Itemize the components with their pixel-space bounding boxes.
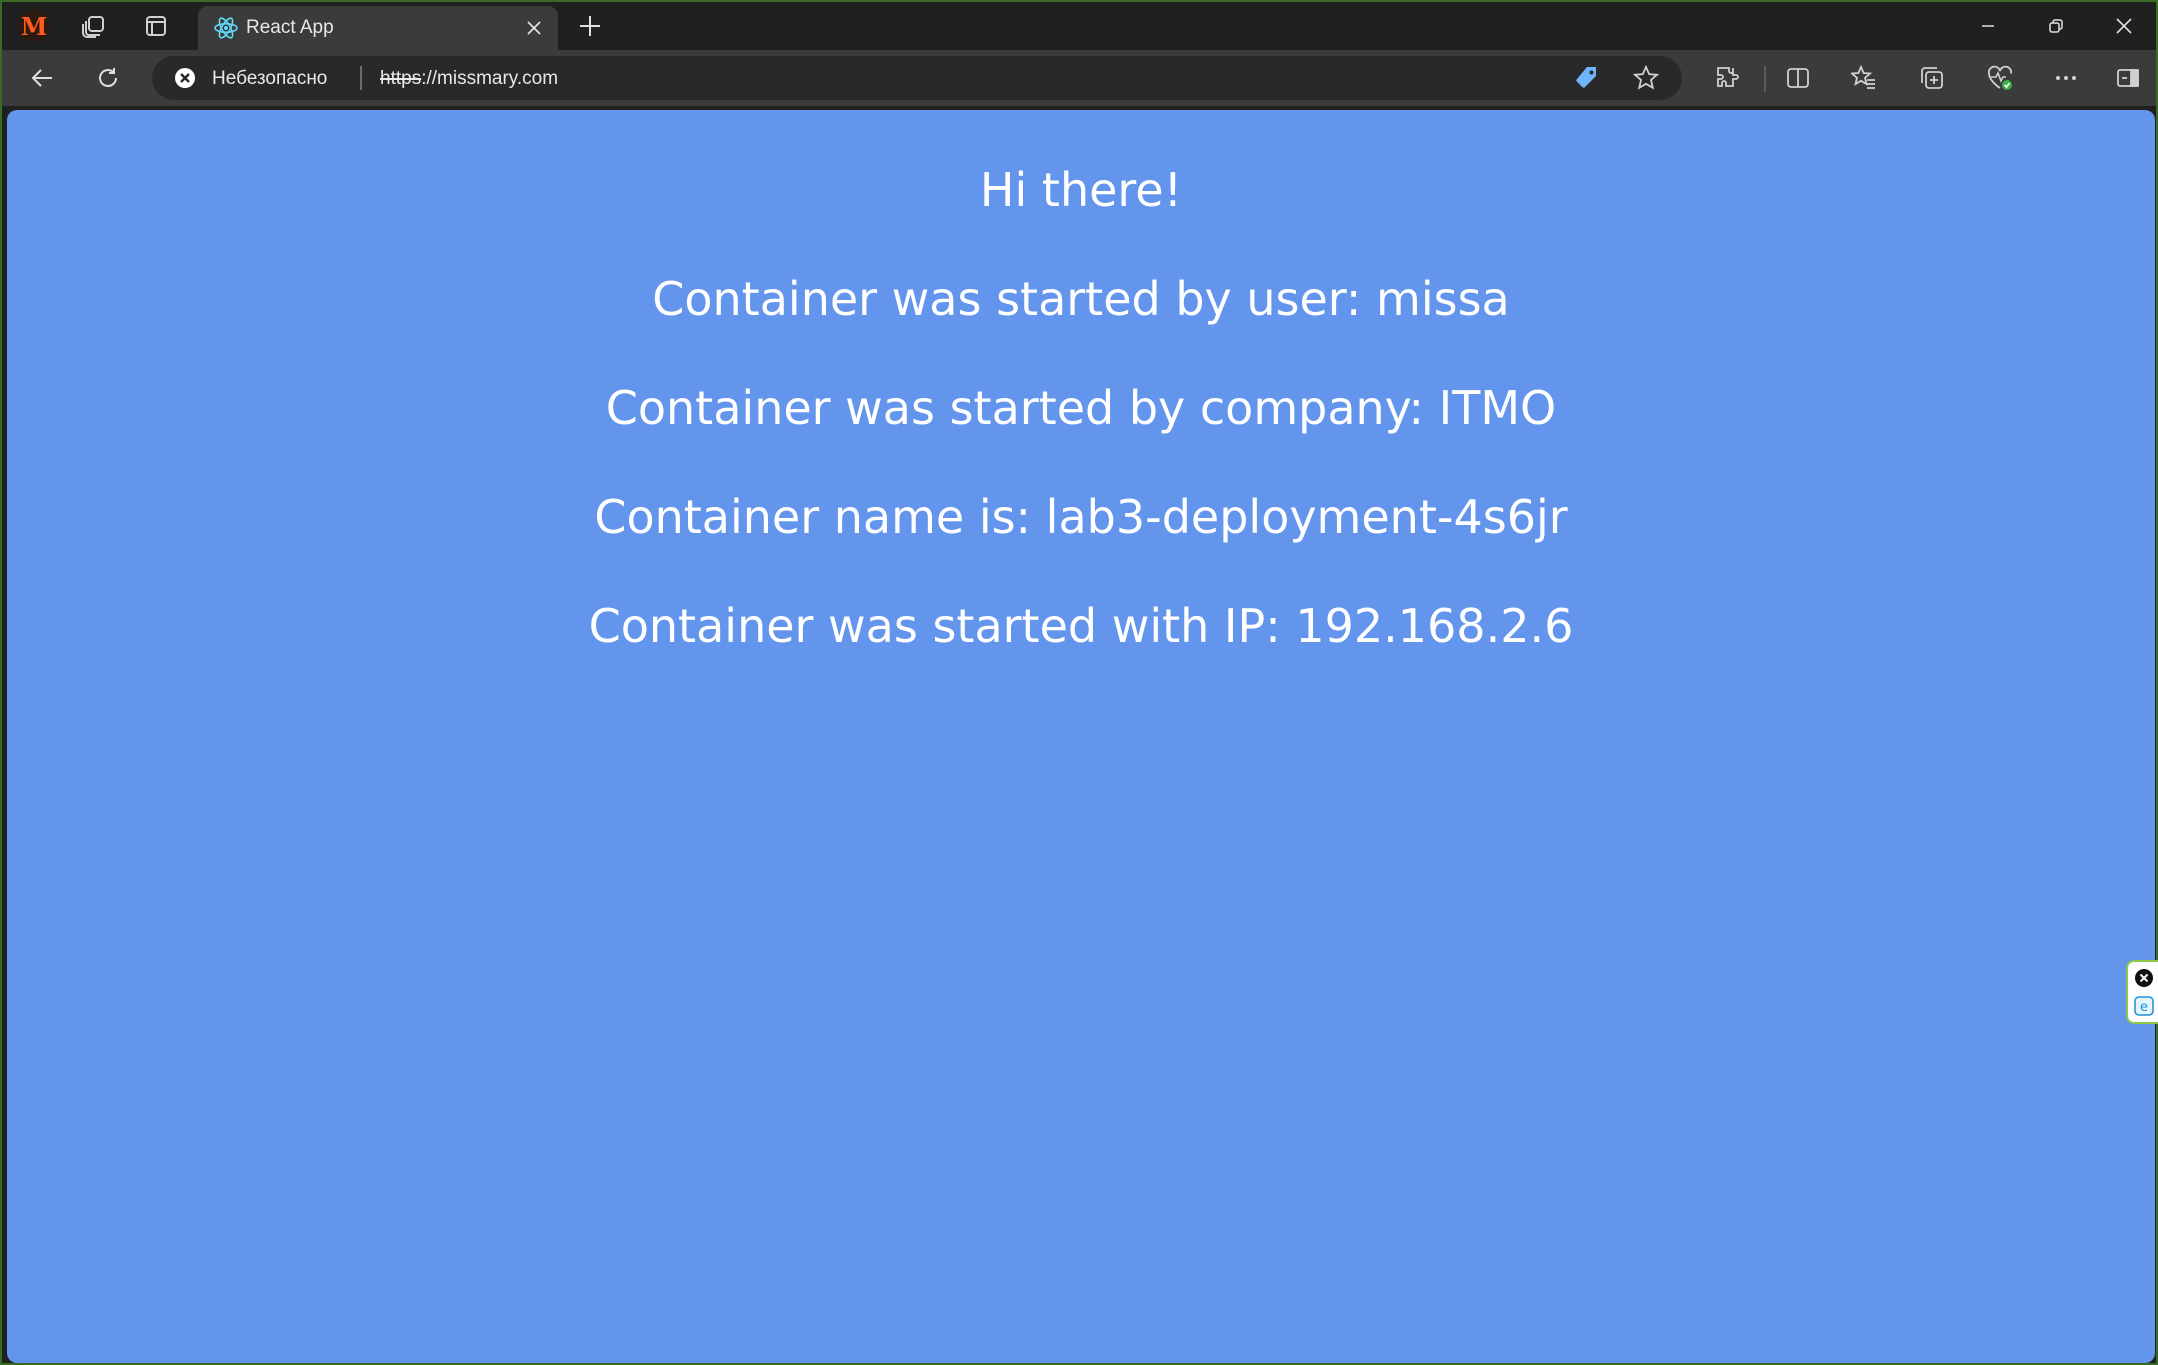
tab-title: React App xyxy=(246,17,334,38)
back-button[interactable] xyxy=(22,58,62,98)
address-divider xyxy=(360,66,362,90)
security-label[interactable]: Небезопасно xyxy=(212,68,327,90)
svg-text:e: e xyxy=(2140,1000,2148,1015)
extensions-button[interactable] xyxy=(1708,58,1748,98)
profile-icon: M xyxy=(18,10,50,42)
minimize-button[interactable] xyxy=(1954,2,2022,50)
add-favorite-button[interactable] xyxy=(1630,62,1662,94)
url-scheme: https xyxy=(380,68,422,89)
company-info-text: Container was started by company: ITMO xyxy=(605,381,1557,435)
reload-button[interactable] xyxy=(88,58,128,98)
coupon-button[interactable] xyxy=(1570,62,1602,94)
tab-strip: M React App xyxy=(2,2,2156,50)
user-info-text: Container was started by user: missa xyxy=(652,272,1510,326)
plus-icon xyxy=(580,16,600,36)
react-atom-icon xyxy=(214,17,238,39)
browser-essentials-icon xyxy=(1988,65,2012,90)
workspaces-icon xyxy=(82,16,104,38)
container-name-text: Container name is: lab3-deployment-4s6jr xyxy=(594,490,1568,544)
profile-button[interactable]: M xyxy=(16,8,52,44)
split-screen-button[interactable] xyxy=(1778,58,1818,98)
new-tab-button[interactable] xyxy=(572,8,608,44)
side-extension-widget: e xyxy=(2126,960,2158,1024)
close-window-button[interactable] xyxy=(2090,2,2158,50)
close-icon xyxy=(527,21,541,35)
more-button[interactable] xyxy=(2046,58,2086,98)
extensions-icon xyxy=(1717,67,1739,87)
url-text[interactable]: https://missmary.com xyxy=(380,68,558,90)
minimize-icon xyxy=(1982,25,1994,27)
url-host: ://missmary.com xyxy=(421,68,559,89)
collections-button[interactable] xyxy=(1912,58,1952,98)
tab-react-app[interactable]: React App xyxy=(198,6,558,50)
greeting-text: Hi there! xyxy=(979,163,1183,217)
sidebar-icon xyxy=(2117,69,2139,87)
browser-toolbar: Небезопасно https://missmary.com xyxy=(2,50,2156,106)
container-ip-text: Container was started with IP: 192.168.2… xyxy=(588,599,1574,653)
favorites-button[interactable] xyxy=(1844,58,1884,98)
close-window-icon xyxy=(2116,18,2132,34)
toolbar-divider xyxy=(1764,66,1766,92)
restore-icon xyxy=(2049,19,2063,33)
more-icon xyxy=(2056,76,2076,80)
page-content: Hi there! Container was started by user:… xyxy=(7,110,2155,1363)
favorites-icon xyxy=(1851,65,1875,89)
extension-e-icon[interactable]: e xyxy=(2134,996,2154,1016)
favorite-star-icon xyxy=(1633,65,1659,90)
back-arrow-icon xyxy=(31,69,52,87)
tab-actions-icon xyxy=(146,16,166,36)
split-screen-icon xyxy=(1787,68,1809,88)
coupon-icon xyxy=(1576,67,1596,88)
address-bar[interactable]: Небезопасно https://missmary.com xyxy=(152,56,1682,100)
sidebar-toggle-button[interactable] xyxy=(2108,58,2148,98)
close-tab-button[interactable] xyxy=(520,14,548,42)
not-secure-icon xyxy=(175,68,195,88)
browser-window: M React App Небезопасно https://missmary… xyxy=(0,0,2158,1365)
collections-icon xyxy=(1921,67,1943,89)
workspaces-button[interactable] xyxy=(76,8,112,44)
close-circle-icon[interactable] xyxy=(2134,968,2154,988)
tab-actions-button[interactable] xyxy=(138,8,174,44)
browser-essentials-button[interactable] xyxy=(1980,58,2020,98)
reload-icon xyxy=(99,68,117,87)
restore-button[interactable] xyxy=(2022,2,2090,50)
